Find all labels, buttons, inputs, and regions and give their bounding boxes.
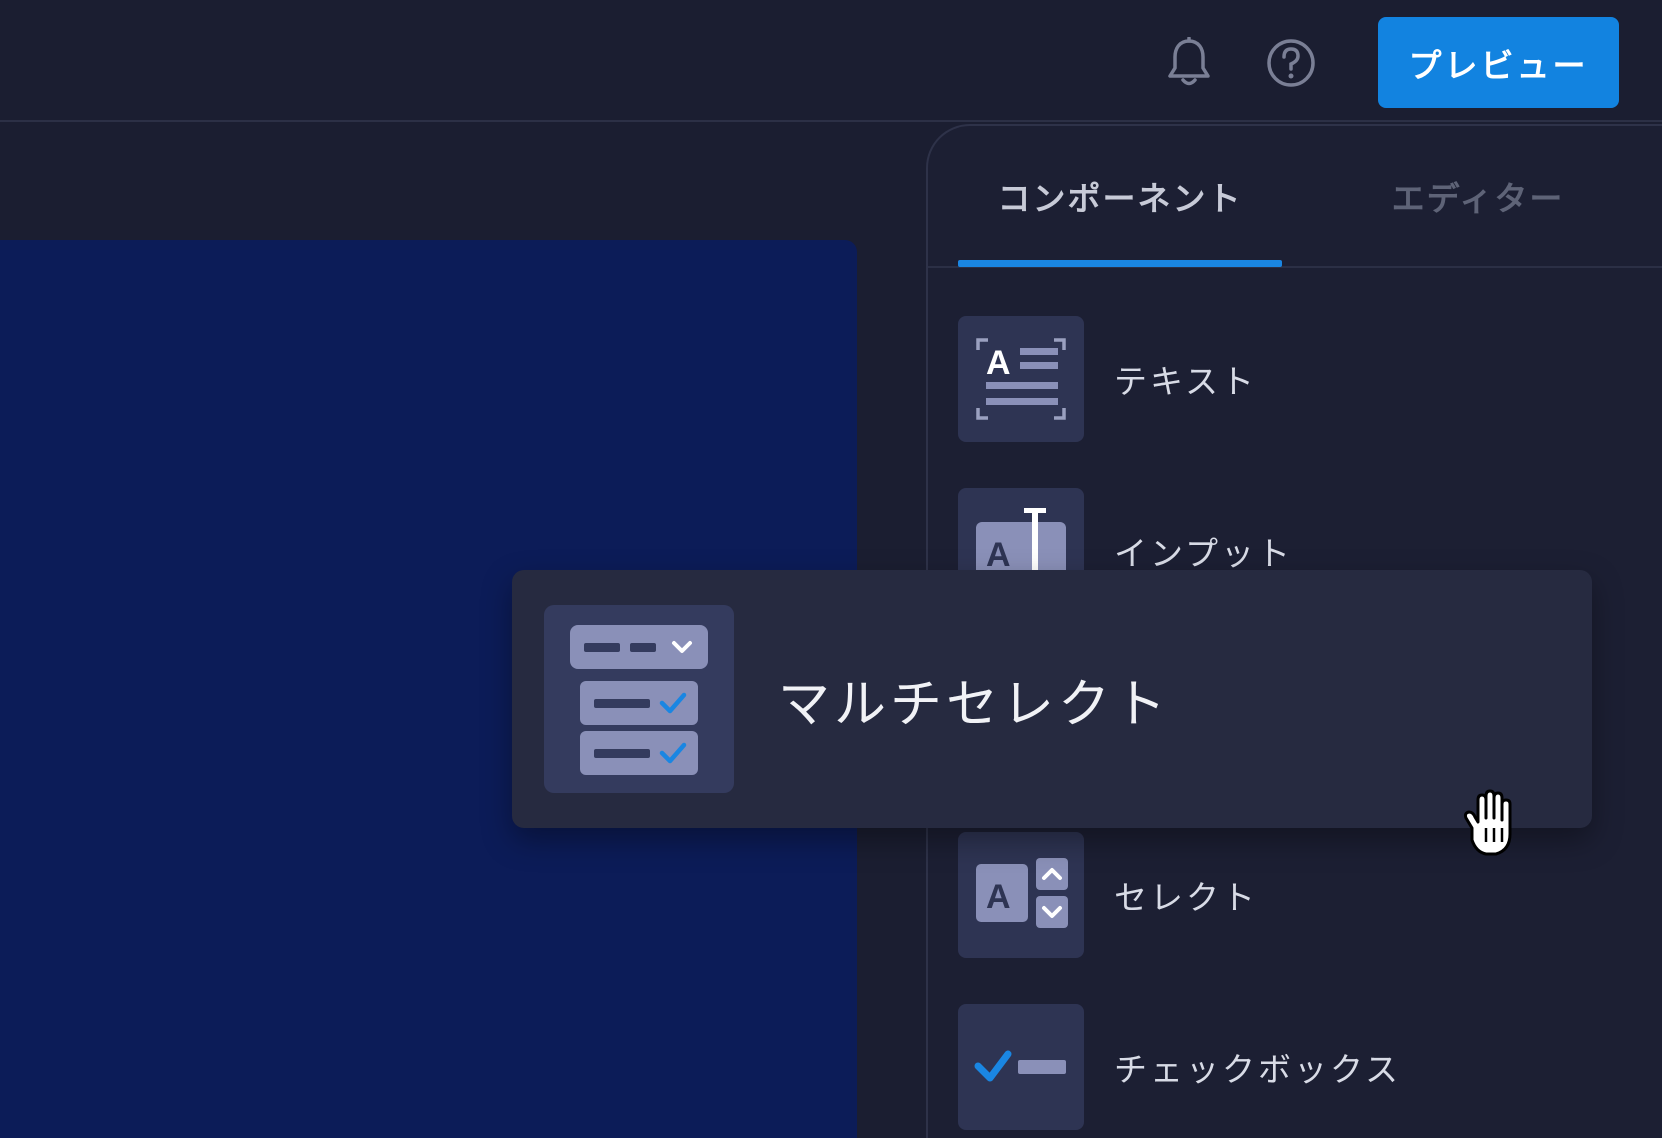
component-label-text: テキスト xyxy=(1114,362,1258,401)
select-stepper-icon: A xyxy=(958,832,1084,958)
dragging-component-label: マルチセレクト xyxy=(778,674,1171,735)
svg-text:A: A xyxy=(986,344,1011,382)
preview-button[interactable]: プレビュー xyxy=(1378,17,1619,108)
dragging-component-card[interactable]: マルチセレクト xyxy=(512,570,1592,828)
svg-text:A: A xyxy=(986,536,1011,574)
svg-text:A: A xyxy=(986,878,1011,916)
panel-tabs: コンポーネント エディター xyxy=(928,126,1662,268)
text-block-icon: A xyxy=(958,316,1084,442)
tab-editor[interactable]: エディター xyxy=(1308,126,1648,266)
component-label-checkbox: チェックボックス xyxy=(1114,1050,1402,1089)
component-item-text[interactable]: A テキスト xyxy=(958,316,1578,444)
checkbox-icon xyxy=(958,1004,1084,1130)
multiselect-icon xyxy=(544,605,734,793)
bell-icon[interactable] xyxy=(1160,34,1218,92)
active-tab-indicator xyxy=(958,260,1282,267)
tab-components[interactable]: コンポーネント xyxy=(958,126,1282,266)
top-bar: プレビュー xyxy=(0,0,1662,122)
component-label-select: セレクト xyxy=(1114,878,1258,917)
help-icon[interactable] xyxy=(1262,34,1320,92)
component-item-checkbox[interactable]: チェックボックス xyxy=(958,1004,1578,1132)
grab-cursor-icon xyxy=(1458,788,1522,860)
